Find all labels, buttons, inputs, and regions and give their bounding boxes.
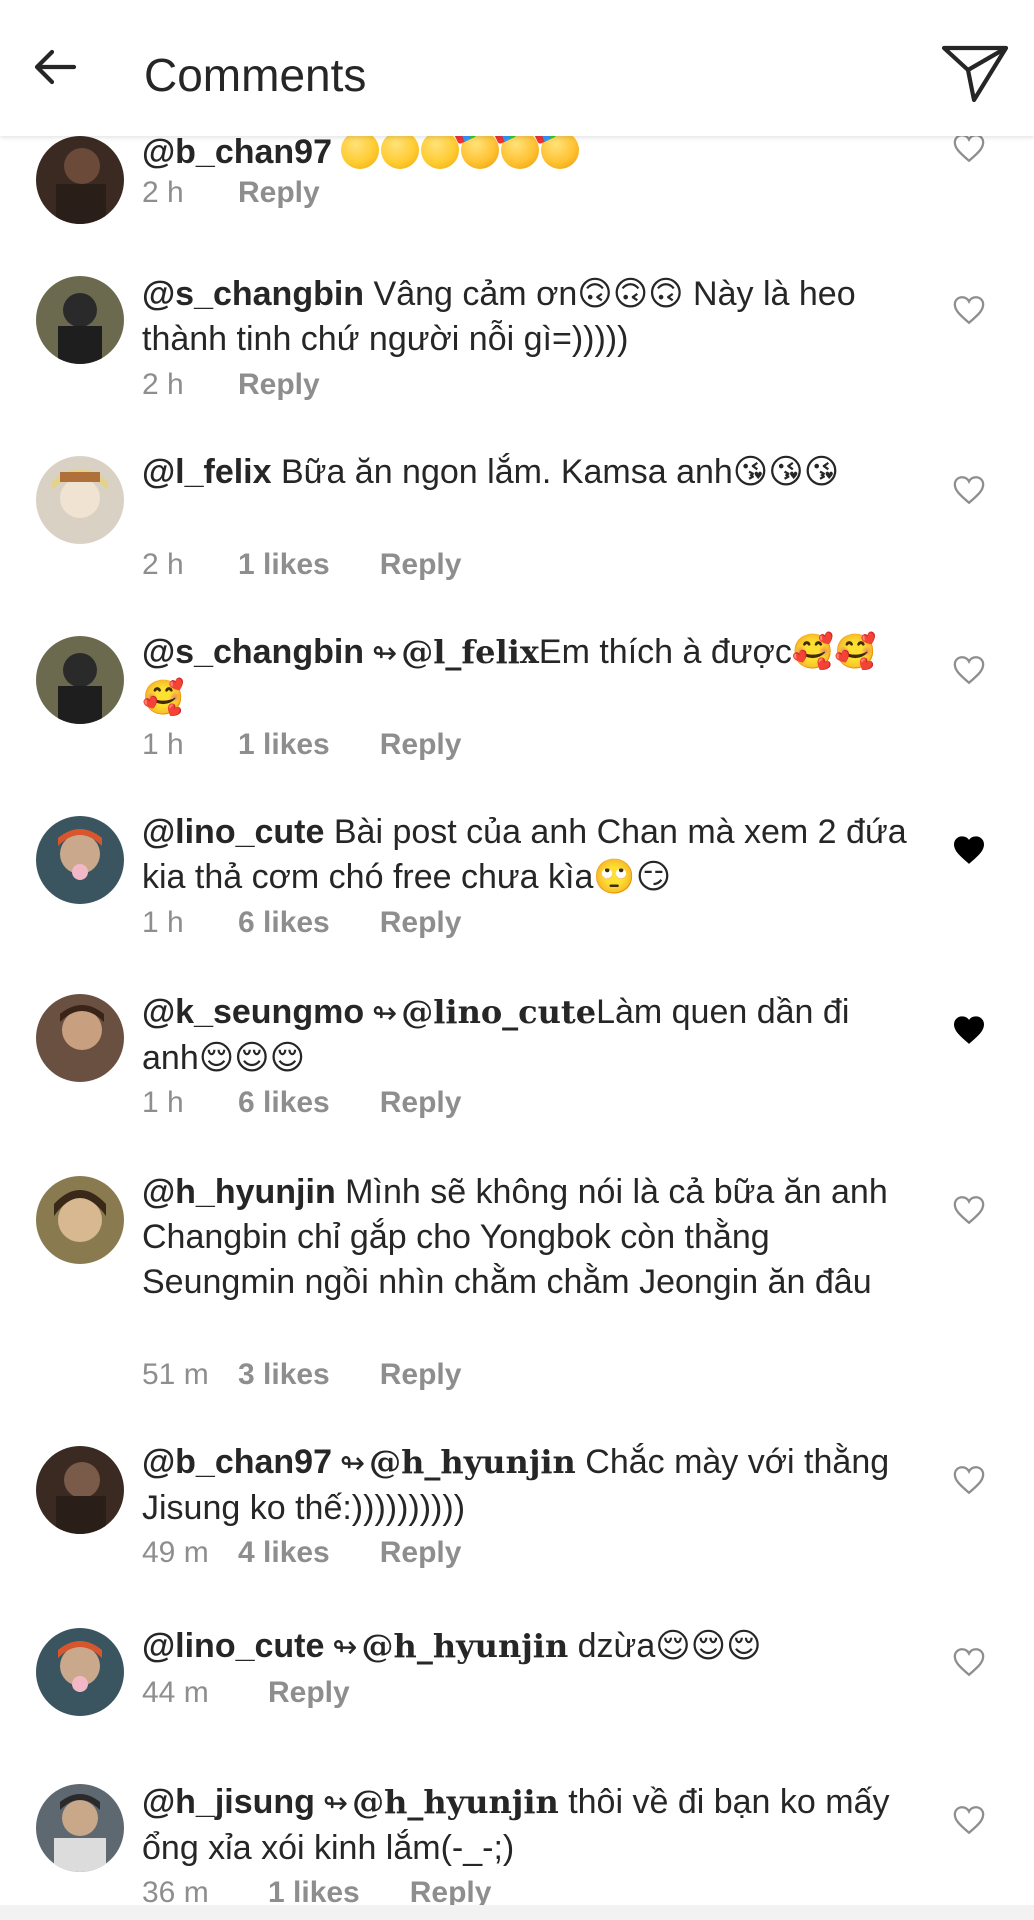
avatar[interactable] xyxy=(36,1176,124,1264)
reply-button[interactable]: Reply xyxy=(380,1086,462,1120)
reply-arrow-icon: ↬ xyxy=(372,997,398,1030)
heart-outline-icon[interactable] xyxy=(952,294,986,326)
comment-username[interactable]: @h_hyunjin xyxy=(142,1173,336,1211)
likes-count[interactable]: 4 likes xyxy=(238,1536,330,1570)
comment-meta: 51 m 3 likes Reply xyxy=(142,1358,461,1392)
comment-time: 49 m xyxy=(142,1536,209,1569)
mention-link[interactable]: @lino_cute xyxy=(401,993,596,1031)
comment-text: @s_changbin Vâng cảm ơn🙃🙃🙃 Này là heo th… xyxy=(142,272,912,362)
reply-arrow-icon: ↬ xyxy=(332,1631,358,1664)
mention-link[interactable]: @l_felix xyxy=(401,633,539,671)
app-header: Comments xyxy=(0,0,1034,136)
comment-username[interactable]: @l_felix xyxy=(142,453,272,491)
comment-meta: 2 h Reply xyxy=(142,176,320,210)
comment-time: 2 h xyxy=(142,176,184,209)
bottom-edge xyxy=(0,1905,1034,1920)
comment-time: 2 h xyxy=(142,548,184,581)
comment-message: dzừa😌😌😌 xyxy=(568,1627,762,1665)
comment-text: @b_chan97 xyxy=(142,130,912,175)
comment-username[interactable]: @lino_cute xyxy=(142,813,324,851)
reply-button[interactable]: Reply xyxy=(380,1536,462,1570)
avatar[interactable] xyxy=(36,1784,124,1872)
comment-time: 44 m xyxy=(142,1676,209,1709)
emoji-yum xyxy=(381,131,420,169)
reply-button[interactable]: Reply xyxy=(380,1358,462,1392)
reply-button[interactable]: Reply xyxy=(268,1676,350,1710)
comment-meta: 44 m Reply xyxy=(142,1676,350,1710)
comment-username[interactable]: @b_chan97 xyxy=(142,133,332,171)
avatar[interactable] xyxy=(36,456,124,544)
likes-count[interactable]: 6 likes xyxy=(238,906,330,940)
comment-text: @h_hyunjin Mình sẽ không nói là cả bữa ă… xyxy=(142,1170,912,1305)
likes-count[interactable]: 6 likes xyxy=(238,1086,330,1120)
emoji-party xyxy=(501,131,540,169)
comment-meta: 1 h 1 likes Reply xyxy=(142,728,461,762)
heart-outline-icon[interactable] xyxy=(952,474,986,506)
comment-message: Bữa ăn ngon lắm. Kamsa anh😘😘😘 xyxy=(281,453,840,491)
heart-outline-icon[interactable] xyxy=(952,1804,986,1836)
heart-outline-icon[interactable] xyxy=(952,132,986,164)
avatar[interactable] xyxy=(36,276,124,364)
comment-username[interactable]: @k_seungmo xyxy=(142,993,364,1031)
comment-text: @b_chan97 ↬ @h_hyunjin Chắc mày với thằng … xyxy=(142,1440,912,1531)
reply-button[interactable]: Reply xyxy=(238,368,320,402)
heart-outline-icon[interactable] xyxy=(952,1646,986,1678)
avatar[interactable] xyxy=(36,636,124,724)
heart-filled-icon[interactable] xyxy=(952,1014,986,1046)
heart-outline-icon[interactable] xyxy=(952,654,986,686)
comment-time: 1 h xyxy=(142,728,184,761)
reply-button[interactable]: Reply xyxy=(380,548,462,582)
avatar[interactable] xyxy=(36,1446,124,1534)
reply-arrow-icon: ↬ xyxy=(340,1447,366,1480)
reply-arrow-icon: ↬ xyxy=(372,637,398,670)
arrow-left-icon[interactable] xyxy=(30,42,80,92)
mention-link[interactable]: @h_hyunjin xyxy=(369,1443,576,1481)
comment-text: @h_jisung ↬ @h_hyunjin thôi về đi bạn ko m… xyxy=(142,1780,912,1871)
comment-time: 1 h xyxy=(142,1086,184,1119)
reply-button[interactable]: Reply xyxy=(380,906,462,940)
page-title: Comments xyxy=(144,49,367,101)
heart-outline-icon[interactable] xyxy=(952,1194,986,1226)
comment-text: @l_felix Bữa ăn ngon lắm. Kamsa anh😘😘😘 xyxy=(142,450,912,495)
avatar[interactable] xyxy=(36,994,124,1082)
comment-username[interactable]: @s_changbin xyxy=(142,275,364,313)
comment-username[interactable]: @s_changbin xyxy=(142,633,364,671)
likes-count[interactable]: 1 likes xyxy=(238,548,330,582)
comment-list[interactable]: @b_chan97 2 h Reply @s_changbin Vâng cảm … xyxy=(0,0,1034,1920)
emoji-party xyxy=(541,131,580,169)
mention-link[interactable]: @h_hyunjin xyxy=(362,1627,569,1665)
avatar[interactable] xyxy=(36,1628,124,1716)
emoji-party xyxy=(461,131,500,169)
comment-meta: 2 h Reply xyxy=(142,368,320,402)
comment-text: @k_seungmo ↬ @lino_cuteLàm quen dần đi anh… xyxy=(142,990,912,1081)
avatar[interactable] xyxy=(36,136,124,224)
comment-username[interactable]: @b_chan97 xyxy=(142,1443,332,1481)
comment-meta: 1 h 6 likes Reply xyxy=(142,906,461,940)
comment-meta: 49 m 4 likes Reply xyxy=(142,1536,461,1570)
emoji-smile xyxy=(421,131,460,169)
mention-link[interactable]: @h_hyunjin xyxy=(352,1783,559,1821)
comment-username[interactable]: @h_jisung xyxy=(142,1783,315,1821)
comment-text: @lino_cute Bài post của anh Chan mà xem … xyxy=(142,810,912,900)
heart-filled-icon[interactable] xyxy=(952,834,986,866)
comment-username[interactable]: @lino_cute xyxy=(142,1627,324,1665)
emoji-yum xyxy=(341,131,380,169)
heart-outline-icon[interactable] xyxy=(952,1464,986,1496)
comment-meta: 1 h 6 likes Reply xyxy=(142,1086,461,1120)
comment-text: @s_changbin ↬ @l_felixEm thích à được🥰🥰🥰 xyxy=(142,630,912,721)
comment-text: @lino_cute ↬ @h_hyunjin dzừa😌😌😌 xyxy=(142,1624,912,1670)
comment-meta: 2 h 1 likes Reply xyxy=(142,548,461,582)
likes-count[interactable]: 3 likes xyxy=(238,1358,330,1392)
reply-button[interactable]: Reply xyxy=(380,728,462,762)
comment-time: 1 h xyxy=(142,906,184,939)
reply-arrow-icon: ↬ xyxy=(322,1787,349,1820)
comment-time: 2 h xyxy=(142,368,184,401)
comment-time: 51 m xyxy=(142,1358,209,1391)
likes-count[interactable]: 1 likes xyxy=(238,728,330,762)
avatar[interactable] xyxy=(36,816,124,904)
paper-plane-icon[interactable] xyxy=(940,42,1010,104)
reply-button[interactable]: Reply xyxy=(238,176,320,210)
